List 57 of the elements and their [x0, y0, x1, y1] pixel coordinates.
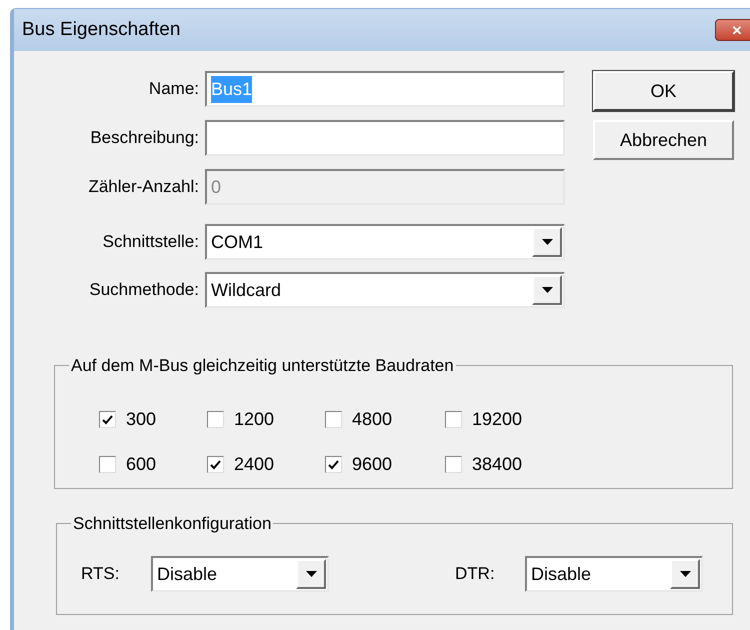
caret-icon [542, 239, 552, 245]
field-label: Zähler-Anzahl: [87, 176, 200, 198]
checkbox[interactable] [207, 411, 224, 428]
dropdown-button[interactable] [670, 559, 700, 589]
input-field[interactable] [205, 120, 565, 156]
field-label: Beschreibung: [89, 127, 200, 150]
dropdown-field[interactable]: Disable [525, 556, 703, 592]
field-label: RTS: [81, 563, 120, 586]
dialog-button[interactable]: Abbrechen [593, 120, 734, 160]
field-label: Suchmethode: [88, 279, 200, 302]
checkbox-label: 300 [126, 408, 156, 431]
field-label: Name: [148, 78, 200, 100]
checkbox[interactable] [325, 456, 342, 473]
checkbox-label: 4800 [352, 408, 392, 431]
dropdown-button[interactable] [296, 559, 326, 589]
dropdown-value: Disable [531, 562, 592, 586]
baud-checkbox[interactable]: 1200 [207, 406, 274, 433]
field-label: Schnittstelle: [102, 231, 200, 254]
field-label: DTR: [455, 563, 496, 586]
checkbox[interactable] [325, 411, 342, 428]
checkbox-label: 600 [126, 453, 156, 476]
baud-checkbox[interactable]: 4800 [325, 406, 392, 433]
checkbox[interactable] [99, 456, 116, 473]
dropdown-field[interactable]: Disable [151, 556, 329, 592]
check-icon [210, 460, 221, 470]
dropdown-value: Disable [157, 562, 218, 586]
window-title: Bus Eigenschaften [22, 18, 180, 42]
checkbox-label: 38400 [472, 453, 522, 476]
baud-checkbox[interactable]: 38400 [445, 451, 522, 478]
baud-checkbox[interactable]: 300 [99, 406, 156, 433]
check-icon [102, 414, 113, 424]
baud-checkbox[interactable]: 600 [99, 451, 156, 478]
dialog-button[interactable]: OK [593, 71, 734, 111]
baud-checkbox[interactable]: 2400 [207, 451, 274, 478]
dropdown-value: Wildcard [211, 278, 282, 302]
caret-icon [542, 287, 552, 293]
dropdown-field[interactable]: COM1 [205, 224, 565, 260]
checkbox[interactable] [99, 411, 116, 428]
dropdown-value: COM1 [211, 230, 264, 254]
check-icon [328, 460, 339, 470]
checkbox[interactable] [445, 411, 462, 428]
checkbox[interactable] [207, 456, 224, 473]
field-value: Bus1 [211, 76, 252, 102]
caret-icon [680, 571, 690, 577]
checkbox-label: 19200 [472, 408, 522, 431]
baud-checkbox[interactable]: 9600 [325, 451, 392, 478]
checkbox-label: 9600 [352, 453, 392, 476]
checkbox-label: 1200 [234, 408, 274, 431]
baud-checkbox[interactable]: 19200 [445, 406, 522, 433]
close-button[interactable]: ✕ [715, 19, 750, 41]
checkbox[interactable] [445, 456, 462, 473]
checkbox-label: 2400 [234, 453, 274, 476]
field-value: 0 [211, 176, 222, 198]
dropdown-button[interactable] [532, 275, 562, 305]
dropdown-field[interactable]: Wildcard [205, 272, 565, 308]
dropdown-button[interactable] [532, 227, 562, 257]
caret-icon [306, 571, 316, 577]
